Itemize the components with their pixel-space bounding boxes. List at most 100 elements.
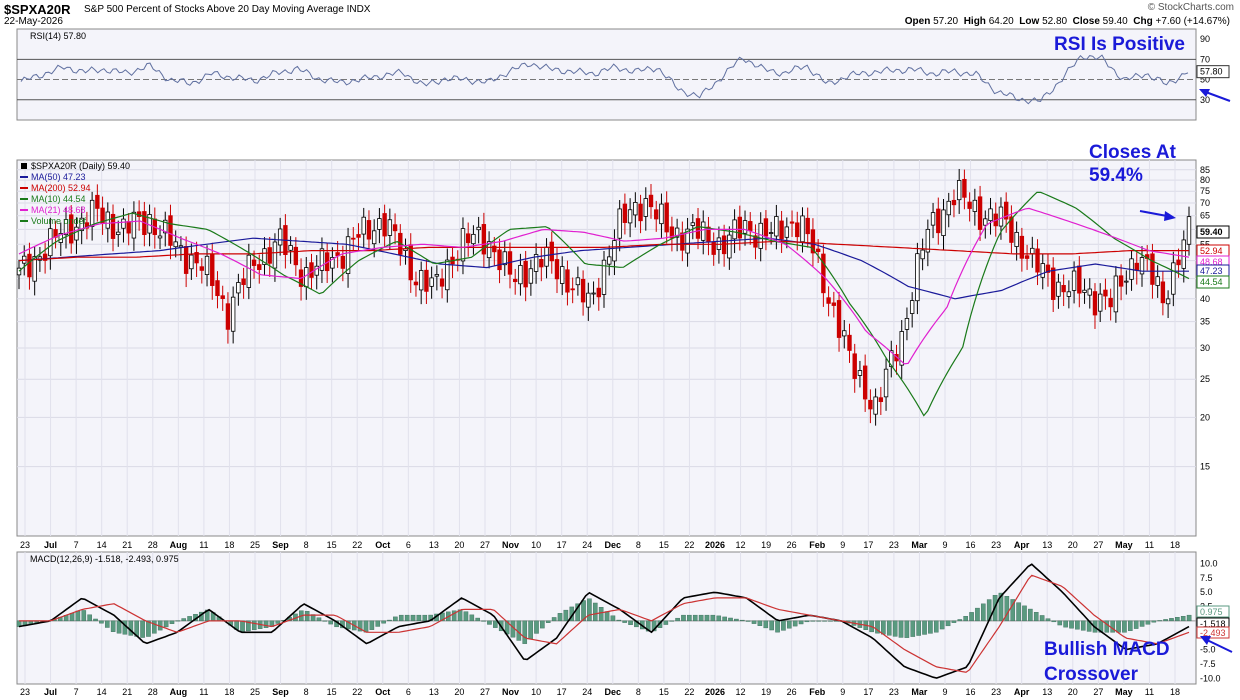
candle-body (805, 217, 810, 235)
candle-body (1087, 288, 1092, 296)
rsi-panel-frame (16, 28, 1197, 121)
price-value-label: 59.40 (1200, 227, 1223, 237)
candle-body (1030, 247, 1035, 255)
macd-histogram-bar (410, 614, 416, 622)
candle-body (116, 231, 121, 235)
macd-x-tick-label: 6 (406, 687, 411, 697)
macd-histogram-bar (710, 614, 716, 622)
price-x-tick-label: 20 (1068, 540, 1078, 550)
macd-y-tick-label: -10.0 (1200, 673, 1221, 683)
macd-histogram-bar (734, 618, 739, 622)
rsi-y-tick-label: 90 (1200, 34, 1210, 44)
macd-x-tick-label: 7 (74, 687, 79, 697)
macd-histogram-bar (669, 620, 675, 622)
candle-body (1014, 231, 1019, 247)
candle-body (471, 233, 476, 245)
macd-histogram-bar (545, 620, 551, 623)
price-x-tick-label: 26 (787, 540, 797, 550)
candle-body (815, 248, 821, 252)
price-x-tick-label: 9 (840, 540, 845, 550)
macd-histogram-bar (175, 620, 181, 622)
macd-x-tick-label: 13 (429, 687, 439, 697)
macd-x-tick-label: 11 (199, 687, 208, 697)
macd-histogram-bar (769, 620, 774, 631)
candle-body (439, 278, 445, 287)
macd-histogram-bar (1128, 620, 1133, 631)
macd-x-tick-label: 22 (684, 687, 694, 697)
macd-histogram-bar (1057, 620, 1063, 626)
candle-body (1108, 297, 1113, 308)
candle-body (1150, 253, 1155, 285)
candle-body (701, 221, 706, 241)
candle-body (737, 216, 743, 239)
candle-body (857, 370, 863, 376)
candle-body (225, 303, 231, 330)
macd-histogram-bar (951, 620, 957, 623)
macd-x-tick-label: 15 (659, 687, 669, 697)
candle-body (1061, 285, 1066, 293)
macd-y-tick-label: -5.0 (1200, 645, 1216, 655)
macd-histogram-bar (99, 620, 104, 624)
price-x-tick-label: 10 (531, 540, 541, 550)
candle-body (121, 218, 126, 229)
macd-legend-text: MACD(12,26,9) -1.518, -2.493, 0.975 (30, 554, 179, 564)
macd-histogram-bar (557, 613, 563, 622)
macd-histogram-bar (1122, 620, 1127, 633)
macd-histogram-bar (1080, 620, 1086, 631)
macd-histogram-bar (1157, 620, 1163, 622)
macd-histogram-bar (398, 614, 404, 622)
macd-histogram-bar (1145, 620, 1151, 625)
candle-body (366, 220, 372, 240)
macd-histogram-bar (587, 598, 592, 622)
macd-histogram-bar (1180, 615, 1186, 622)
price-legend-text: $SPXA20R (Daily) 59.40 (31, 161, 130, 171)
candle-body (1160, 281, 1166, 304)
rsi-legend-text: RSI(14) 57.80 (30, 31, 86, 41)
macd-x-tick-label: 19 (761, 687, 771, 697)
macd-x-tick-label: May (1115, 687, 1133, 697)
macd-histogram-bar (792, 620, 798, 627)
macd-histogram-bar (1175, 617, 1180, 622)
price-x-tick-label: Feb (809, 540, 826, 550)
candle-body (413, 281, 419, 286)
price-y-tick-label: 20 (1200, 412, 1210, 422)
candle-body (434, 274, 440, 277)
macd-y-tick-label: -7.5 (1200, 659, 1216, 669)
price-x-tick-label: 28 (148, 540, 158, 550)
macd-histogram-bar (598, 607, 604, 622)
macd-x-tick-label: 25 (250, 687, 260, 697)
macd-x-tick-label: 28 (148, 687, 158, 697)
macd-histogram-bar (140, 620, 145, 638)
macd-x-tick-label: Mar (911, 687, 928, 697)
candle-body (48, 228, 53, 257)
macd-histogram-bar (1033, 612, 1039, 622)
price-x-tick-label: 13 (1042, 540, 1052, 550)
macd-histogram-bar (528, 620, 533, 639)
candle-body (596, 287, 601, 298)
macd-histogram-bar (1151, 620, 1157, 623)
macd-histogram-bar (75, 610, 81, 622)
candle-body (1092, 291, 1098, 316)
macd-histogram-bar (522, 620, 528, 644)
candle-body (418, 270, 424, 291)
candle-body (951, 199, 957, 206)
price-x-tick-label: 6 (406, 540, 411, 550)
candle-body (967, 201, 972, 209)
macd-histogram-bar (416, 614, 422, 622)
macd-histogram-bar (540, 620, 545, 629)
macd-histogram-bar (798, 620, 804, 625)
macd-histogram-bar (1022, 605, 1027, 622)
macd-histogram-bar (933, 620, 939, 633)
macd-x-tick-label: 20 (454, 687, 464, 697)
macd-x-tick-label: 17 (557, 687, 567, 697)
price-x-tick-label: 24 (582, 540, 592, 550)
macd-histogram-bar (787, 620, 792, 629)
macd-x-tick-label: 26 (787, 687, 797, 697)
macd-x-tick-label: Sep (272, 687, 289, 697)
candle-body (654, 209, 659, 220)
candle-body (460, 228, 466, 262)
macd-histogram-bar (1163, 619, 1168, 622)
candle-body (288, 245, 293, 251)
candle-body (638, 203, 643, 222)
candle-body (1181, 239, 1186, 269)
